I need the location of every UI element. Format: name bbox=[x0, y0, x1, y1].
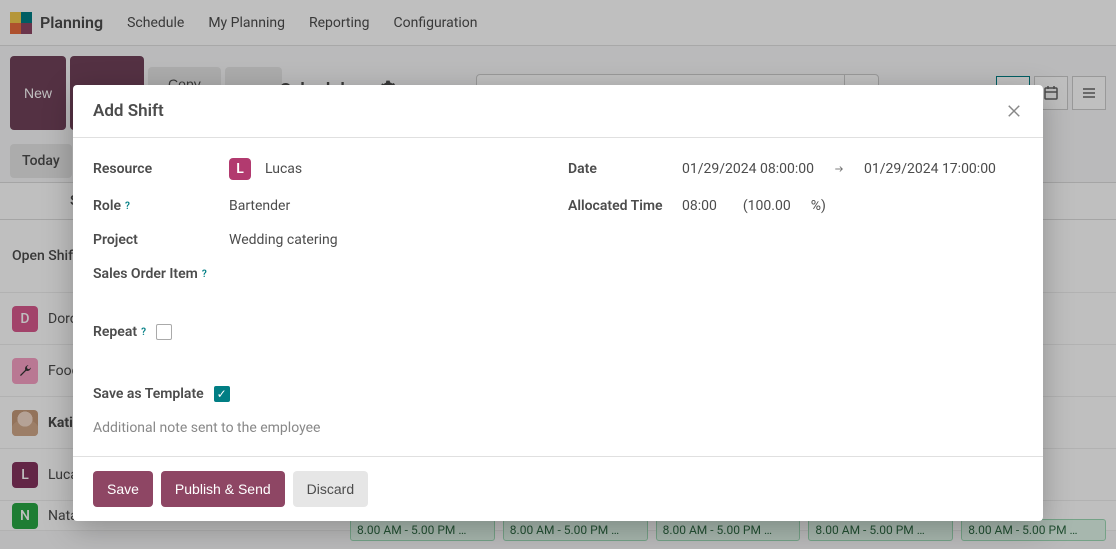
field-save-template: Save as Template ✓ bbox=[93, 386, 1023, 402]
close-icon[interactable] bbox=[1005, 102, 1023, 120]
field-project: Project Wedding catering bbox=[93, 232, 548, 248]
label-project: Project bbox=[93, 232, 229, 248]
arrow-right-icon bbox=[832, 164, 846, 174]
help-icon[interactable]: ? bbox=[202, 269, 207, 280]
label-sales-order: Sales Order Item? bbox=[93, 266, 229, 282]
field-date: Date 01/29/2024 08:00:00 01/29/2024 17:0… bbox=[568, 158, 1023, 180]
field-role: Role? Bartender bbox=[93, 198, 548, 214]
value-project[interactable]: Wedding catering bbox=[229, 232, 548, 248]
value-date[interactable]: 01/29/2024 08:00:00 01/29/2024 17:00:00 bbox=[682, 161, 1023, 177]
value-resource[interactable]: L Lucas bbox=[229, 158, 548, 180]
label-role: Role? bbox=[93, 198, 229, 214]
label-date: Date bbox=[568, 161, 682, 177]
modal-footer: Save Publish & Send Discard bbox=[73, 456, 1043, 521]
value-role[interactable]: Bartender bbox=[229, 198, 548, 214]
label-save-template: Save as Template bbox=[93, 386, 204, 402]
note-field[interactable]: Additional note sent to the employee bbox=[93, 420, 1023, 436]
save-button[interactable]: Save bbox=[93, 471, 153, 507]
publish-send-button[interactable]: Publish & Send bbox=[161, 471, 285, 507]
label-allocated: Allocated Time bbox=[568, 198, 682, 214]
help-icon[interactable]: ? bbox=[125, 201, 130, 212]
repeat-checkbox[interactable] bbox=[156, 324, 172, 340]
field-resource: Resource L Lucas bbox=[93, 158, 548, 180]
modal-overlay: Add Shift Resource L Lucas Date 01/29/20… bbox=[0, 0, 1116, 549]
avatar: L bbox=[229, 158, 251, 180]
label-repeat: Repeat? bbox=[93, 324, 146, 340]
field-allocated: Allocated Time 08:00 (100.00 %) bbox=[568, 198, 1023, 214]
modal-body: Resource L Lucas Date 01/29/2024 08:00:0… bbox=[73, 138, 1043, 456]
modal-title: Add Shift bbox=[93, 101, 1005, 121]
modal-header: Add Shift bbox=[73, 85, 1043, 138]
label-resource: Resource bbox=[93, 161, 229, 177]
help-icon[interactable]: ? bbox=[141, 327, 146, 338]
value-allocated[interactable]: 08:00 (100.00 %) bbox=[682, 198, 1023, 214]
field-repeat: Repeat? bbox=[93, 324, 1023, 340]
save-template-checkbox[interactable]: ✓ bbox=[214, 386, 230, 402]
add-shift-modal: Add Shift Resource L Lucas Date 01/29/20… bbox=[73, 85, 1043, 521]
discard-button[interactable]: Discard bbox=[293, 471, 368, 507]
field-sales-order: Sales Order Item? bbox=[93, 266, 548, 282]
